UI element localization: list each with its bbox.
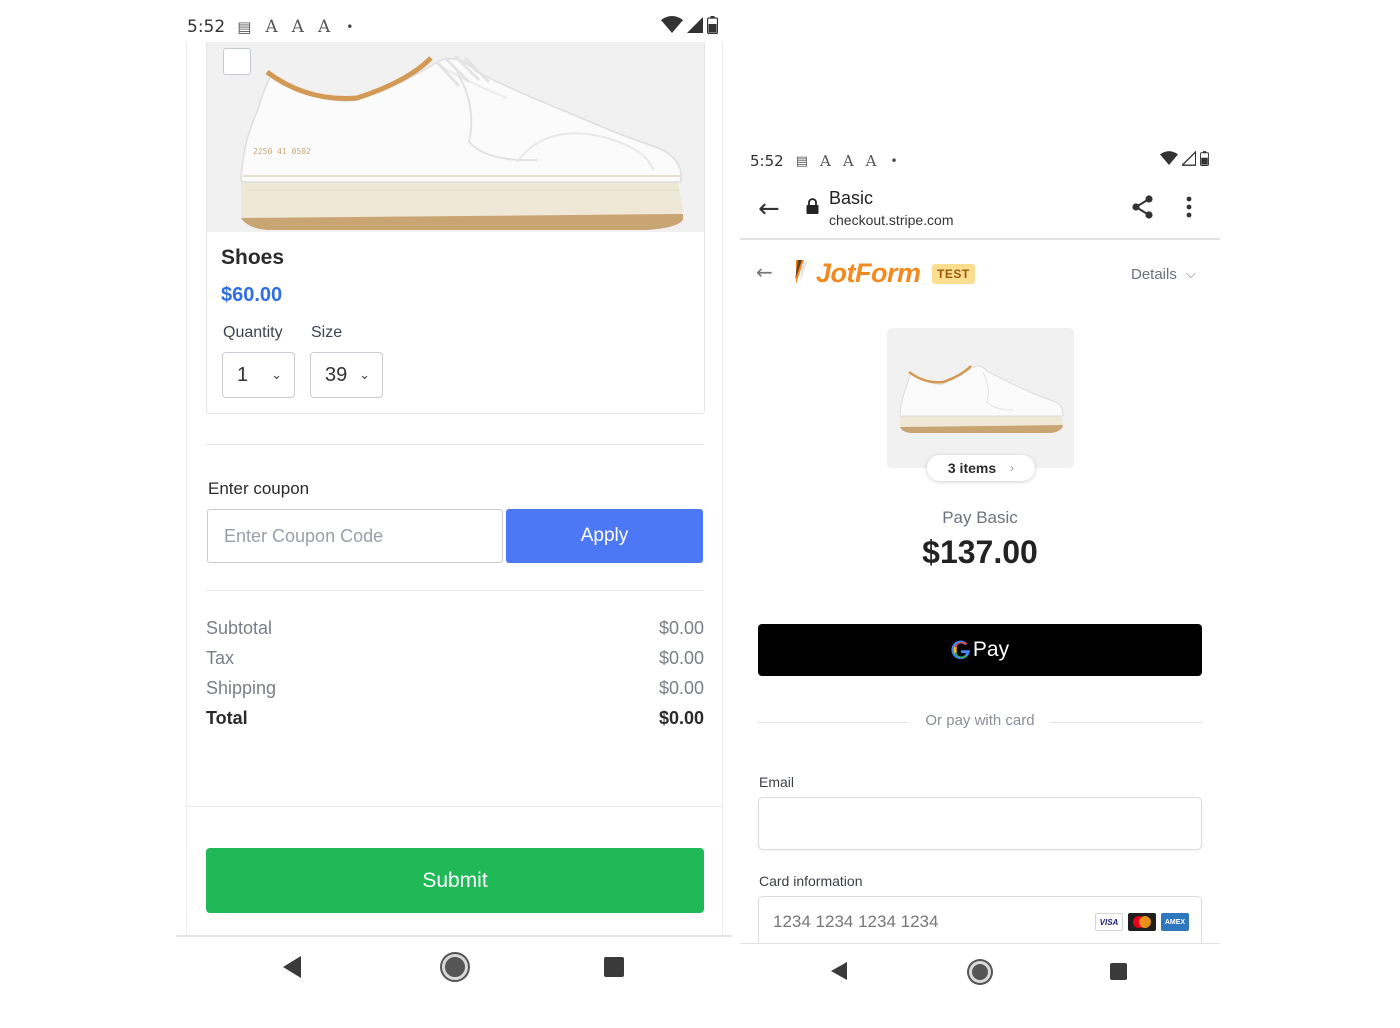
chevron-right-icon: › (1010, 461, 1015, 475)
visa-icon: VISA (1095, 913, 1123, 931)
battery-icon (707, 16, 718, 34)
quantity-value: 1 (237, 363, 249, 386)
battery-icon (1200, 151, 1209, 166)
subtotal-row: Subtotal $0.00 (206, 618, 704, 639)
total-label: Total (206, 708, 248, 728)
coupon-label: Enter coupon (208, 479, 310, 498)
nav-recents-icon[interactable] (604, 957, 624, 977)
message-icon: ▤ (237, 18, 252, 36)
apply-coupon-button[interactable]: Apply (506, 509, 703, 563)
total-value: $0.00 (658, 708, 704, 728)
merchant-name: JotForm (816, 258, 921, 288)
card-number-field[interactable]: 1234 1234 1234 1234 VISA AMEX (758, 896, 1202, 944)
more-options-icon[interactable] (1186, 196, 1192, 218)
page-title: Basic (829, 188, 874, 208)
notification-dot-icon: • (890, 154, 898, 168)
email-label: Email (759, 774, 795, 790)
product-thumbnail (887, 328, 1074, 468)
product-name: Shoes (221, 246, 285, 269)
google-g-icon (951, 637, 971, 663)
nav-home-icon[interactable] (442, 954, 468, 980)
nav-separator (176, 935, 732, 937)
items-count-label: 3 items (947, 460, 997, 476)
email-field[interactable] (758, 797, 1202, 850)
chevron-down-icon[interactable]: ⌵ (1186, 266, 1196, 282)
chevron-down-icon: ⌄ (359, 367, 370, 382)
shoe-serial-text: 2250 41 0502 (253, 147, 311, 156)
nav-separator (740, 943, 1220, 944)
total-row: Total $0.00 (206, 708, 704, 729)
font-icon: A (291, 17, 304, 37)
checkout-back-icon[interactable]: ← (756, 260, 773, 284)
product-select-checkbox[interactable] (223, 48, 251, 75)
section-divider (187, 806, 722, 807)
amex-icon: AMEX (1161, 913, 1189, 931)
shipping-label: Shipping (206, 678, 277, 698)
google-pay-button[interactable]: Pay (758, 624, 1202, 676)
left-status-bar: 5:52 ▤ A A A • (187, 16, 723, 38)
chevron-down-icon: ⌄ (271, 367, 282, 382)
back-arrow-icon[interactable]: ← (758, 194, 780, 224)
tax-label: Tax (206, 648, 235, 668)
nav-back-icon[interactable] (283, 956, 301, 978)
checkout-header: ← JotForm TEST Details ⌵ (740, 250, 1220, 300)
right-status-bar: 5:52 ▤ A A A • (750, 150, 1220, 172)
sneaker-illustration (887, 328, 1074, 468)
divider-line (1050, 722, 1202, 723)
section-divider (206, 590, 704, 591)
page-url: checkout.stripe.com (829, 212, 954, 228)
pay-label: Pay Basic (942, 508, 1018, 527)
shipping-value: $0.00 (658, 678, 704, 698)
submit-button[interactable]: Submit (206, 848, 704, 913)
share-icon[interactable] (1130, 194, 1156, 220)
tax-value: $0.00 (658, 648, 704, 668)
tax-row: Tax $0.00 (206, 648, 704, 669)
or-pay-with-card-text: Or pay with card (925, 712, 1035, 729)
product-price: $60.00 (221, 284, 283, 306)
wifi-icon (1160, 151, 1178, 166)
subtotal-value: $0.00 (658, 618, 704, 638)
notification-dot-icon: • (346, 20, 354, 34)
status-time: 5:52 (187, 17, 226, 37)
lock-icon (806, 198, 819, 214)
quantity-label: Quantity (223, 324, 283, 341)
card-info-label: Card information (759, 873, 863, 889)
signal-icon (1182, 151, 1196, 166)
signal-icon (687, 17, 703, 33)
jotform-logo-icon (795, 260, 808, 284)
size-value: 39 (325, 363, 348, 386)
items-count-button[interactable]: 3 items › (927, 455, 1035, 481)
order-form-panel: 2250 41 0502 Shoes $60.00 Quantity Size … (186, 42, 723, 935)
coupon-input[interactable]: Enter Coupon Code (207, 509, 503, 563)
nav-back-icon[interactable] (831, 962, 847, 980)
product-image: 2250 41 0502 (207, 42, 704, 232)
size-label: Size (311, 324, 343, 341)
product-card: 2250 41 0502 Shoes $60.00 Quantity Size … (206, 42, 705, 414)
pay-amount: $137.00 (922, 534, 1038, 570)
test-mode-badge: TEST (932, 264, 975, 284)
google-pay-label: Pay (972, 638, 1010, 661)
browser-toolbar: ← Basic checkout.stripe.com (740, 180, 1220, 240)
quantity-dropdown[interactable]: 1 ⌄ (222, 352, 295, 398)
section-divider (206, 444, 704, 445)
size-dropdown[interactable]: 39 ⌄ (310, 352, 383, 398)
nav-recents-icon[interactable] (1110, 963, 1127, 980)
nav-home-icon[interactable] (969, 961, 991, 983)
mastercard-icon (1128, 913, 1156, 931)
wifi-icon (661, 16, 683, 33)
shipping-row: Shipping $0.00 (206, 678, 704, 699)
status-time: 5:52 (750, 152, 784, 170)
card-brands: VISA AMEX (1095, 913, 1189, 931)
font-icon: A (265, 17, 278, 37)
font-icon: A (842, 152, 854, 170)
sneaker-illustration: 2250 41 0502 (207, 42, 704, 232)
or-divider: Or pay with card (758, 712, 1202, 734)
font-icon: A (865, 152, 877, 170)
font-icon: A (819, 152, 831, 170)
font-icon: A (317, 17, 331, 37)
message-icon: ▤ (795, 153, 808, 169)
card-number-placeholder: 1234 1234 1234 1234 (773, 912, 939, 931)
details-toggle[interactable]: Details (1131, 266, 1177, 283)
subtotal-label: Subtotal (206, 618, 273, 638)
